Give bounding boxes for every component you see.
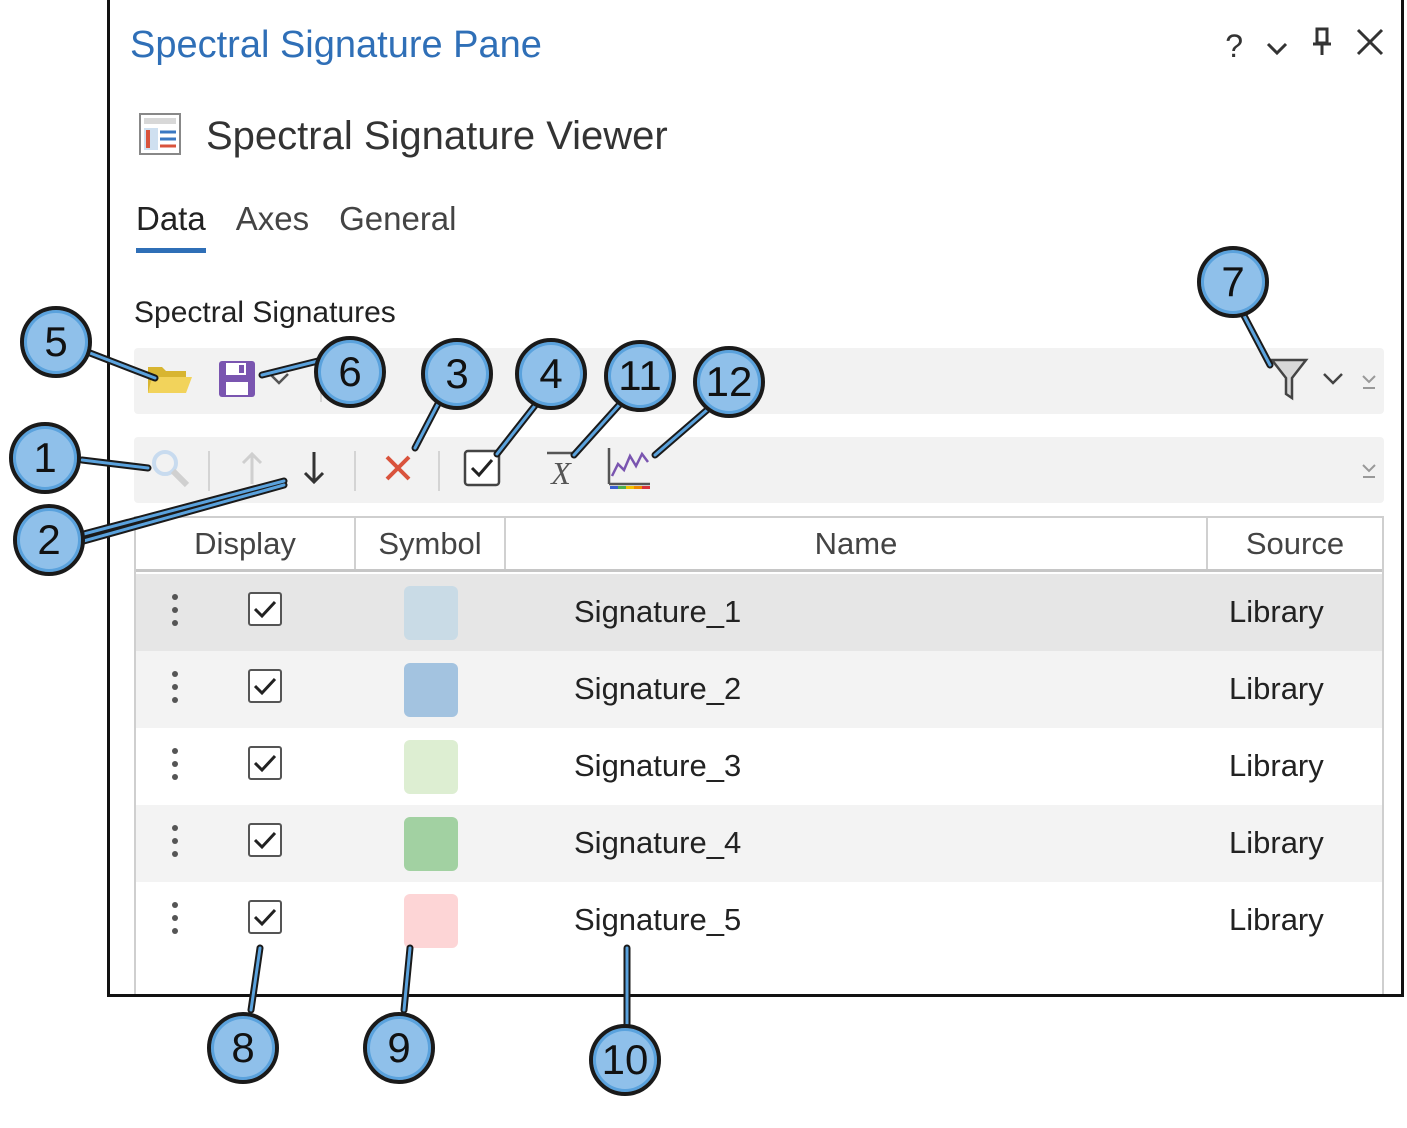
callout-leader-lines — [76, 304, 1274, 1028]
callout-11: 11 — [604, 340, 676, 412]
callout-4: 4 — [515, 338, 587, 410]
callout-7: 7 — [1197, 246, 1269, 318]
callout-1: 1 — [9, 422, 81, 494]
callout-8: 8 — [207, 1012, 279, 1084]
callout-9: 9 — [363, 1012, 435, 1084]
callout-5: 5 — [20, 306, 92, 378]
callout-12: 12 — [693, 346, 765, 418]
callout-2: 2 — [13, 504, 85, 576]
callout-10: 10 — [589, 1024, 661, 1096]
callout-3: 3 — [421, 338, 493, 410]
callout-6: 6 — [314, 336, 386, 408]
